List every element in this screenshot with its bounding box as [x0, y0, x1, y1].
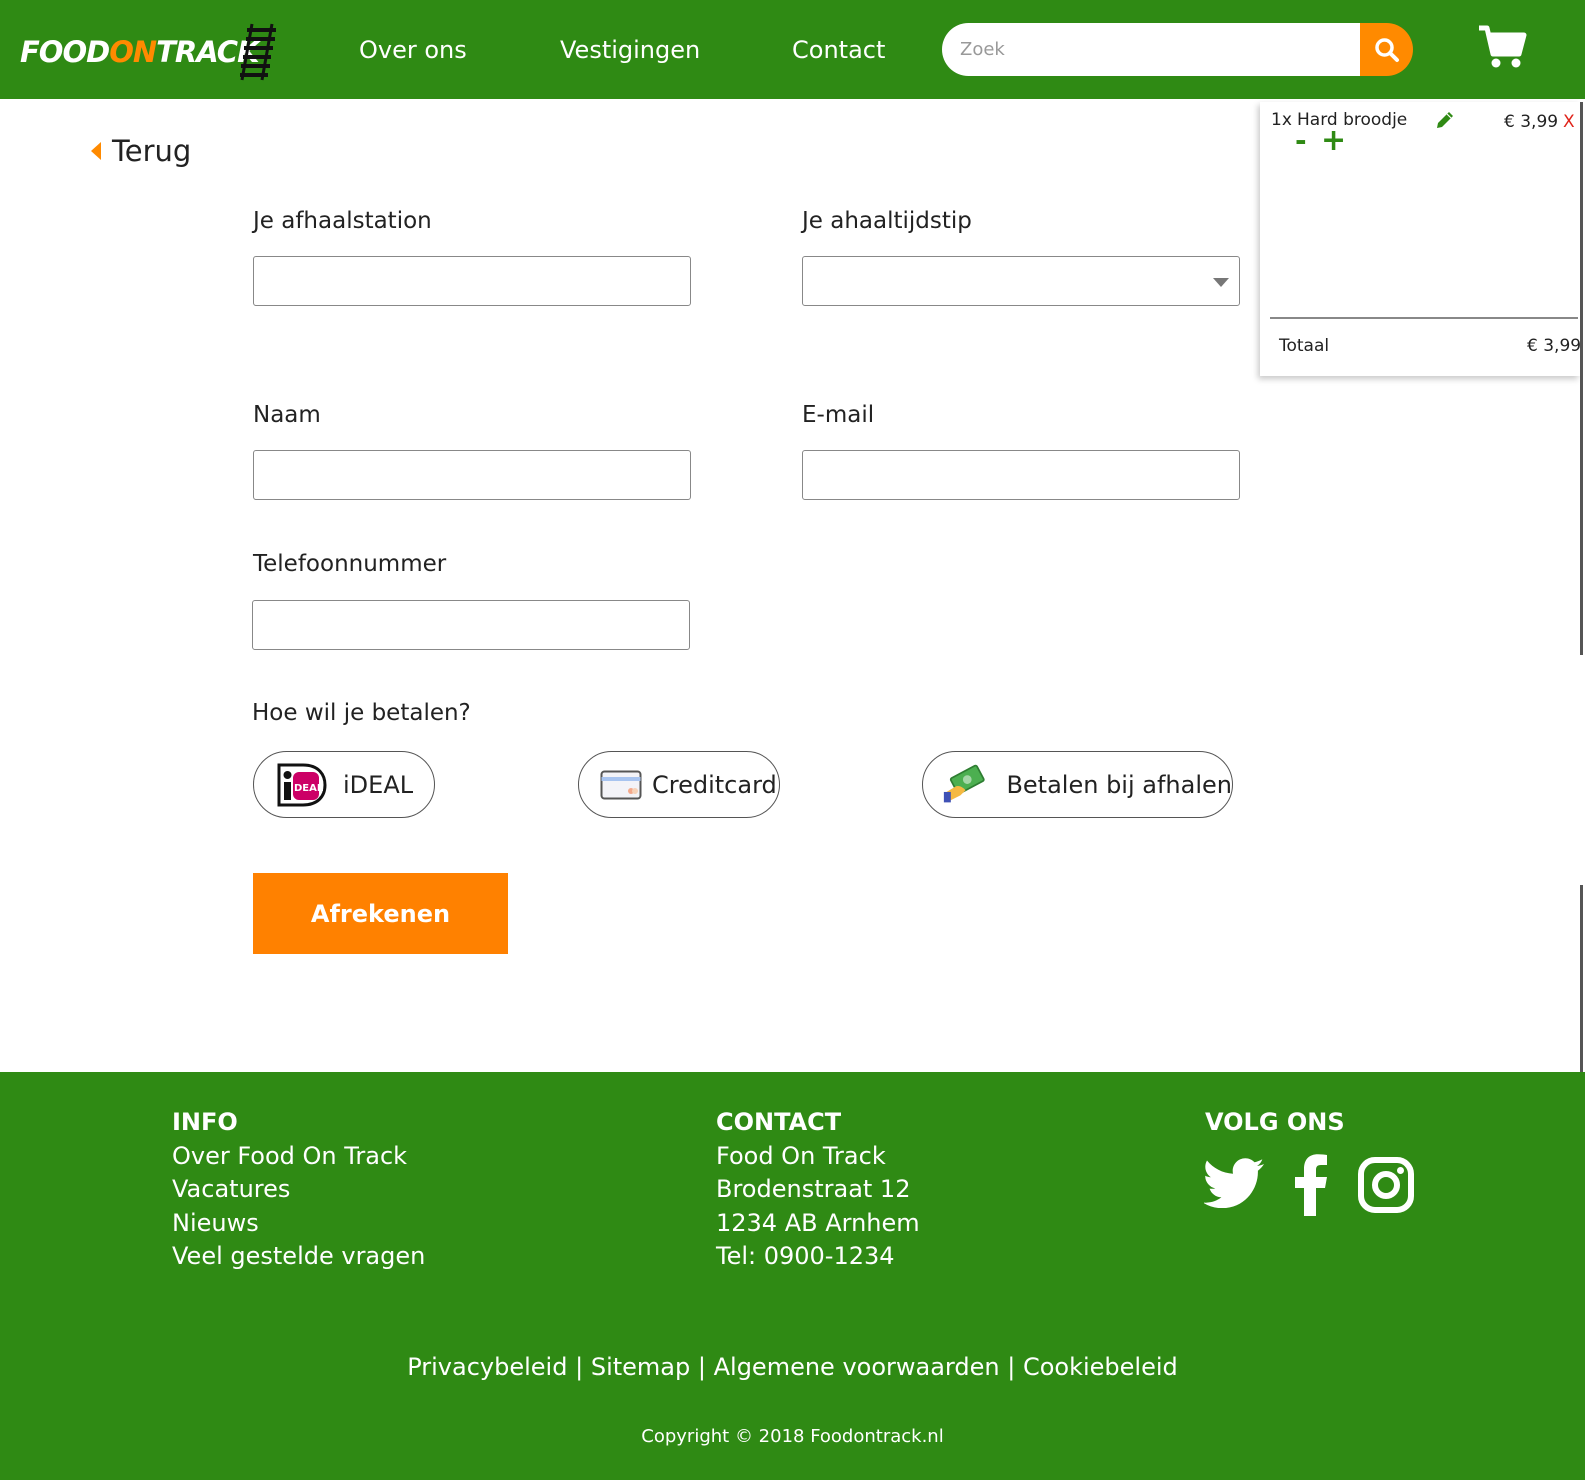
nav-vestigingen[interactable]: Vestigingen [560, 36, 700, 64]
footer-separator: | [575, 1353, 584, 1381]
cash-hand-icon [943, 764, 985, 802]
phone-label: Telefoonnummer [253, 551, 447, 577]
cart-scrollbar[interactable] [1580, 102, 1583, 655]
back-link[interactable]: Terug [90, 134, 191, 168]
footer-separator: | [697, 1353, 706, 1381]
footer-link-cookiebeleid[interactable]: Cookiebeleid [1023, 1353, 1178, 1381]
pay-ideal-label: iDEAL [343, 770, 414, 799]
increase-quantity-button[interactable]: + [1321, 126, 1346, 156]
footer-contact-street: Brodenstraat 12 [716, 1175, 911, 1203]
footer-contact-city: 1234 AB Arnhem [716, 1209, 920, 1237]
logo-text: FOODONTRACK [20, 35, 260, 69]
pickup-time-label: Je ahaaltijdstip [802, 208, 972, 234]
pay-creditcard-label: Creditcard [652, 770, 777, 799]
cart-item-name: Hard broodje [1297, 110, 1408, 130]
site-header: FOODONTRACK Over ons Vestigingen Contact [0, 0, 1585, 99]
checkout-button[interactable]: Afrekenen [253, 873, 508, 954]
phone-input[interactable] [252, 600, 690, 650]
instagram-icon[interactable] [1358, 1157, 1414, 1213]
footer-contact-phone: Tel: 0900-1234 [716, 1242, 895, 1270]
nav-contact[interactable]: Contact [792, 36, 885, 64]
caret-left-icon [91, 142, 101, 160]
pay-on-pickup-button[interactable]: Betalen bij afhalen [922, 751, 1233, 818]
search-icon [1374, 37, 1399, 62]
footer-link-nieuws[interactable]: Nieuws [172, 1209, 259, 1237]
back-label: Terug [112, 134, 192, 168]
cart-total-label: Totaal [1279, 336, 1330, 356]
search-button[interactable] [1360, 23, 1413, 76]
station-input[interactable] [253, 256, 691, 306]
chevron-down-icon [1213, 278, 1229, 287]
search-input[interactable] [942, 23, 1360, 76]
ideal-logo-icon: DEAL [277, 763, 327, 806]
site-footer: INFO Over Food On Track Vacatures Nieuws… [0, 1072, 1585, 1480]
email-label: E-mail [802, 402, 875, 428]
cart-panel: 1x Hard broodje € 3,99 X - + Totaal € 3,… [1260, 102, 1582, 376]
cart-item-price: € 3,99 [1504, 112, 1559, 132]
payment-question: Hoe wil je betalen? [252, 700, 471, 726]
name-input[interactable] [253, 450, 691, 500]
logo[interactable]: FOODONTRACK [20, 22, 276, 82]
footer-link-privacybeleid[interactable]: Privacybeleid [407, 1353, 567, 1381]
nav-over-ons[interactable]: Over ons [359, 36, 467, 64]
footer-info-heading: INFO [172, 1108, 238, 1136]
footer-contact-heading: CONTACT [716, 1108, 842, 1136]
footer-separator: | [1007, 1353, 1016, 1381]
svg-text:DEAL: DEAL [294, 783, 324, 794]
footer-copyright: Copyright © 2018 Foodontrack.nl [641, 1426, 944, 1447]
cart-divider [1270, 317, 1578, 319]
footer-contact-company: Food On Track [716, 1142, 886, 1170]
twitter-icon[interactable] [1204, 1158, 1266, 1208]
pay-creditcard-button[interactable]: Creditcard [578, 751, 780, 818]
station-label: Je afhaalstation [253, 208, 432, 234]
shopping-cart-icon[interactable] [1477, 24, 1527, 70]
decrease-quantity-button[interactable]: - [1295, 126, 1307, 156]
email-input[interactable] [802, 450, 1240, 500]
pay-on-pickup-label: Betalen bij afhalen [1006, 770, 1232, 799]
cart-item-remove-button[interactable]: X [1563, 112, 1575, 132]
credit-card-icon [600, 770, 642, 799]
footer-link-vacatures[interactable]: Vacatures [172, 1175, 290, 1203]
search-bar [942, 23, 1415, 76]
footer-link-sitemap[interactable]: Sitemap [591, 1353, 690, 1381]
footer-link-over-food-on-track[interactable]: Over Food On Track [172, 1142, 407, 1170]
pickup-time-select[interactable] [802, 256, 1240, 306]
footer-legal-links: Privacybeleid | Sitemap | Algemene voorw… [0, 1353, 1585, 1381]
cart-item-quantity: 1x [1271, 110, 1292, 130]
footer-link-faq[interactable]: Veel gestelde vragen [172, 1242, 425, 1270]
footer-link-algemene-voorwaarden[interactable]: Algemene voorwaarden [714, 1353, 1000, 1381]
pencil-icon[interactable] [1435, 110, 1455, 130]
footer-social-heading: VOLG ONS [1205, 1108, 1345, 1136]
rail-track-icon [240, 23, 276, 81]
facebook-icon[interactable] [1294, 1154, 1328, 1216]
cart-total-value: € 3,99 [1527, 336, 1582, 356]
name-label: Naam [253, 402, 321, 428]
pay-ideal-button[interactable]: DEAL iDEAL [253, 751, 435, 818]
